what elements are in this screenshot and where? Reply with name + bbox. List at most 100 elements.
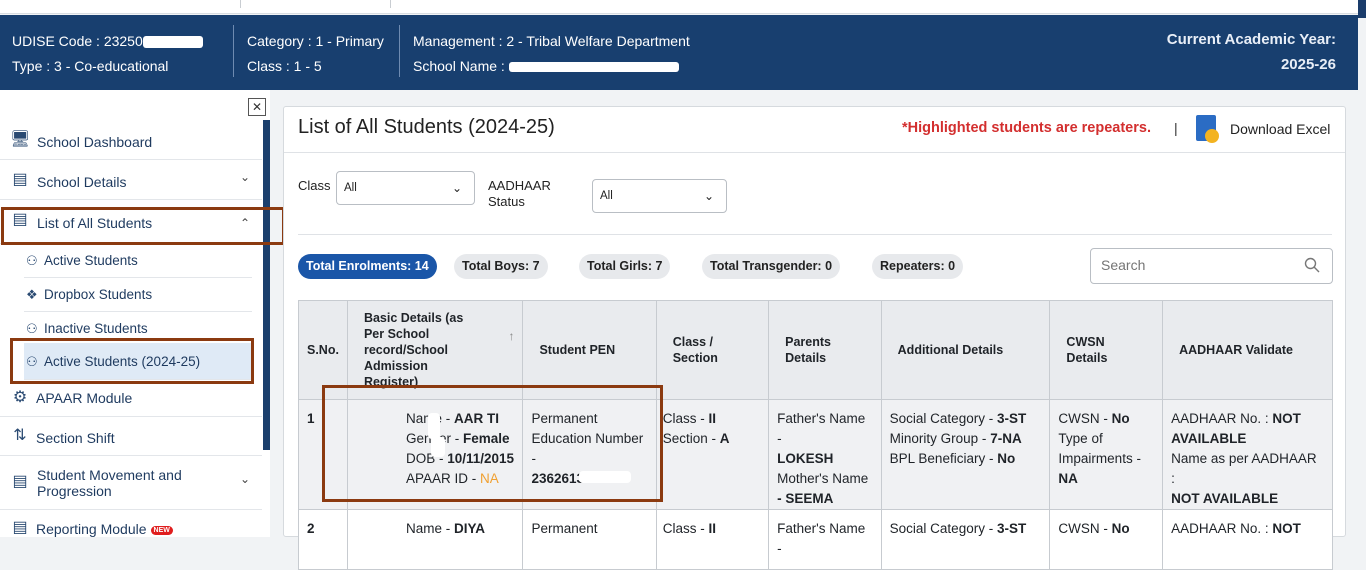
header-pen-label: Student PEN bbox=[539, 343, 616, 357]
class-select[interactable]: All ⌄ bbox=[336, 171, 475, 205]
field-label: Mother's Name bbox=[777, 471, 869, 486]
student-class: II bbox=[708, 521, 716, 536]
cell-student-pen: Permanent bbox=[522, 509, 657, 570]
cell-cwsn-details: CWSN - No Type of Impairments - NA bbox=[1049, 399, 1164, 510]
class-select-value: All bbox=[344, 182, 357, 194]
new-badge: NEW bbox=[150, 525, 173, 535]
cell-class-section: Class - II Section - A bbox=[655, 399, 770, 510]
total-transgender-badge: Total Transgender: 0 bbox=[702, 254, 841, 279]
minority-group: 7-NA bbox=[990, 431, 1022, 446]
sidebar-subitem-label: Dropbox Students bbox=[44, 287, 153, 302]
aadhaar-status-select[interactable]: All ⌄ bbox=[592, 179, 727, 213]
header-cwsn-label: CWSN Details bbox=[1066, 335, 1108, 365]
cell-additional-details: Social Category - 3-ST bbox=[880, 509, 1051, 570]
cell-aadhaar-validate: AADHAAR No. : NOT bbox=[1162, 509, 1333, 570]
aadhaar-label-line: Status bbox=[488, 194, 525, 209]
sidebar: ✕ 🖥 School Dashboard ▤ School Details ⌄ … bbox=[0, 90, 285, 537]
dropbox-icon: ❖ bbox=[26, 287, 38, 302]
cwsn-value: No bbox=[1111, 411, 1130, 426]
student-class: II bbox=[708, 411, 716, 426]
school-type: Type : 3 - Co-educational bbox=[12, 58, 169, 74]
sidebar-item-school-dashboard[interactable]: 🖥 School Dashboard bbox=[0, 120, 262, 160]
search-input[interactable] bbox=[1101, 257, 1291, 273]
sidebar-subitem-label: Active Students bbox=[44, 253, 138, 268]
school-name-label: School Name : bbox=[413, 58, 505, 74]
sidebar-item-label: School Details bbox=[37, 174, 127, 190]
search-icon bbox=[1304, 257, 1320, 273]
cell-parents-details: Father's Name - bbox=[768, 509, 882, 570]
sidebar-item-reporting-module[interactable]: ▤ Reporting Module NEW bbox=[0, 510, 262, 537]
header-col-udise: UDISE Code : 23250 Type : 3 - Co-educati… bbox=[12, 29, 203, 79]
field-label: Social Category - bbox=[889, 411, 997, 426]
academic-year-label: Current Academic Year: bbox=[1166, 31, 1336, 48]
header-parents-details: Parents Details bbox=[768, 300, 882, 400]
cwsn-value: No bbox=[1111, 521, 1130, 536]
aadhaar-filter-label: AADHAAR Status bbox=[488, 178, 551, 210]
sidebar-subitem-active-students[interactable]: ⚇ Active Students bbox=[24, 244, 252, 278]
sort-icon[interactable]: ↑ bbox=[508, 328, 514, 344]
field-label: Name - bbox=[405, 521, 454, 536]
header-divider bbox=[399, 25, 400, 77]
sidebar-item-label: School Dashboard bbox=[37, 134, 153, 150]
header-additional-details: Additional Details bbox=[880, 300, 1051, 400]
class-range: Class : 1 - 5 bbox=[247, 58, 322, 74]
dashboard-icon: 🖥 bbox=[10, 131, 31, 148]
search-box[interactable] bbox=[1090, 248, 1333, 284]
aadhaar-name: NOT AVAILABLE bbox=[1171, 491, 1279, 506]
sidebar-item-apaar-module[interactable]: ⚙ APAAR Module bbox=[0, 380, 262, 417]
inactive-student-icon: ⚇ bbox=[26, 321, 38, 336]
header-col-management: Management : 2 - Tribal Welfare Departme… bbox=[413, 29, 690, 79]
header-additional-label: Additional Details bbox=[897, 343, 1004, 357]
report-icon: ▤ bbox=[12, 519, 28, 536]
sidebar-subitem-label: Inactive Students bbox=[44, 321, 148, 336]
header-aadhaar-label: AADHAAR Validate bbox=[1179, 343, 1294, 357]
cell-basic-details: Name - DIYA bbox=[346, 509, 524, 570]
field-label: Section - bbox=[662, 431, 720, 446]
sidebar-item-label: APAAR Module bbox=[36, 390, 133, 406]
student-name: DIYA bbox=[453, 521, 485, 536]
header-aadhaar-validate: AADHAAR Validate bbox=[1162, 300, 1333, 400]
strip-separator bbox=[240, 0, 241, 8]
academic-year: Current Academic Year: 2025-26 bbox=[1167, 27, 1336, 77]
class-filter-label: Class bbox=[298, 178, 331, 193]
sidebar-scrollbar[interactable] bbox=[263, 120, 270, 450]
chevron-down-icon: ⌄ bbox=[239, 170, 250, 184]
field-label: BPL Beneficiary - bbox=[889, 451, 998, 466]
reporting-label: Reporting Module bbox=[36, 521, 147, 537]
student-list-panel: List of All Students (2024-25) *Highligh… bbox=[283, 106, 1346, 570]
total-enrolments-badge: Total Enrolments: 14 bbox=[298, 254, 437, 279]
social-category: 3-ST bbox=[996, 411, 1027, 426]
field-label: CWSN - bbox=[1058, 521, 1112, 536]
sidebar-item-label: Student Movement and Progression bbox=[37, 467, 182, 499]
total-boys-badge: Total Boys: 7 bbox=[454, 254, 548, 279]
table-row[interactable]: 2 Name - DIYA Permanent Class - II Fathe… bbox=[298, 509, 1333, 570]
sidebar-subitem-dropbox-students[interactable]: ❖ Dropbox Students bbox=[24, 278, 252, 312]
sidebar-item-label: Reporting Module NEW bbox=[36, 521, 173, 537]
repeater-note: *Highlighted students are repeaters. bbox=[902, 120, 1151, 136]
page-title: List of All Students (2024-25) bbox=[298, 116, 555, 138]
gear-icon: ⚙ bbox=[12, 389, 28, 406]
cell-aadhaar-validate: AADHAAR No. : NOT AVAILABLE Name as per … bbox=[1162, 399, 1333, 510]
document-icon: ▤ bbox=[12, 171, 28, 188]
sidebar-close-button[interactable]: ✕ bbox=[248, 98, 266, 116]
strip-separator bbox=[390, 0, 391, 8]
cell-parents-details: Father's Name - LOKESH Mother's Name - S… bbox=[768, 399, 882, 510]
sidebar-item-student-movement[interactable]: ▤ Student Movement and Progression ⌄ bbox=[0, 456, 262, 510]
header-class-label: Class / Section bbox=[672, 335, 718, 365]
divider bbox=[284, 152, 1345, 153]
aadhaar-select-value: All bbox=[600, 190, 613, 202]
cell-class-section: Class - II bbox=[655, 509, 770, 570]
father-name: LOKESH bbox=[777, 451, 834, 466]
browser-top-strip bbox=[0, 0, 1366, 18]
field-label: Social Category - bbox=[889, 521, 997, 536]
sidebar-item-school-details[interactable]: ▤ School Details ⌄ bbox=[0, 160, 262, 200]
field-label: CWSN - bbox=[1058, 411, 1112, 426]
field-label: Type of Impairments - bbox=[1058, 431, 1141, 466]
sidebar-item-section-shift[interactable]: ⇅ Section Shift bbox=[0, 417, 262, 456]
sidebar-item-label: Section Shift bbox=[36, 430, 115, 446]
window-edge bbox=[1358, 0, 1366, 18]
social-category: 3-ST bbox=[996, 521, 1027, 536]
header-parents-label: Parents Details bbox=[785, 335, 831, 365]
header-divider bbox=[233, 25, 234, 77]
document-icon: ▤ bbox=[12, 473, 28, 490]
